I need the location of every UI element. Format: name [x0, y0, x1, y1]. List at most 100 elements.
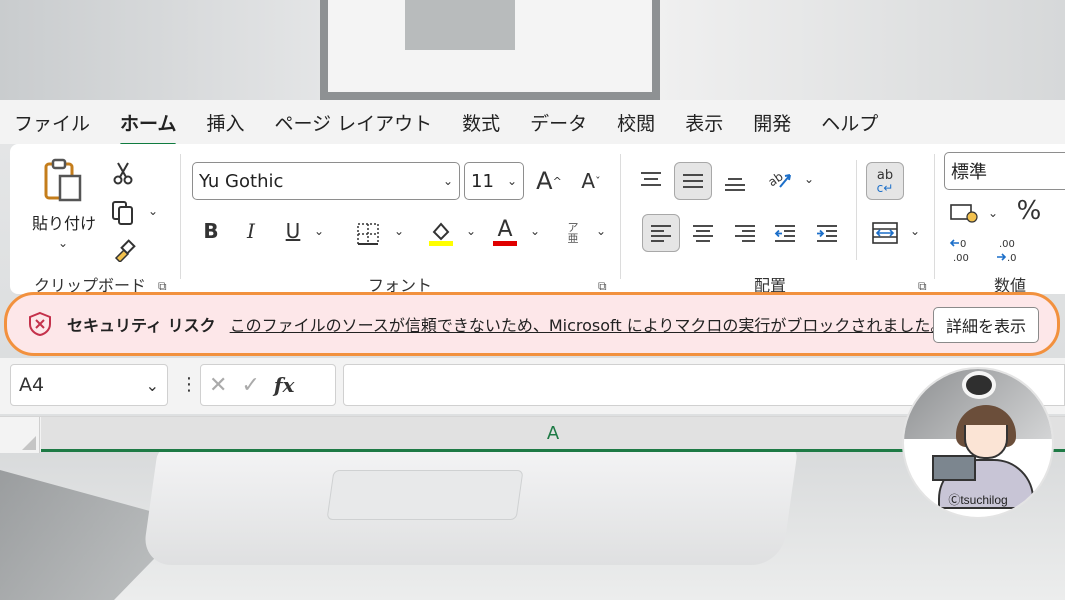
tab-view[interactable]: 表示: [685, 105, 723, 140]
align-top-button[interactable]: [632, 160, 670, 198]
font-name-dropdown[interactable]: Yu Gothic ⌄: [192, 162, 460, 200]
number-format-value: 標準: [951, 162, 987, 183]
wrap-text-button[interactable]: ab c↵: [866, 162, 904, 200]
font-color-chevron-icon[interactable]: ⌄: [530, 224, 540, 238]
tab-review[interactable]: 校閲: [617, 105, 655, 140]
align-bottom-button[interactable]: [716, 164, 754, 202]
copy-chevron-icon[interactable]: ⌄: [148, 204, 158, 218]
align-middle-button[interactable]: [674, 162, 712, 200]
grow-font-button[interactable]: A ^: [530, 162, 568, 200]
furigana-bottom: 亜: [567, 232, 579, 245]
show-details-button[interactable]: 詳細を表示: [932, 307, 1039, 343]
clipboard-group: 貼り付け ⌄ ⌄ クリップボード ⧉: [10, 144, 180, 295]
font-color-letter: A: [497, 216, 513, 242]
borders-icon[interactable]: [354, 220, 382, 248]
furigana-chevron-icon[interactable]: ⌄: [596, 224, 606, 238]
format-painter-icon[interactable]: [110, 236, 138, 264]
svg-text:0: 0: [960, 239, 966, 250]
more-options-icon[interactable]: ⋮: [180, 374, 198, 395]
number-format-dropdown[interactable]: 標準: [944, 152, 1065, 190]
orientation-icon[interactable]: ab: [764, 164, 796, 194]
decrease-decimal-icon[interactable]: .00.0: [994, 236, 1028, 266]
paste-icon: [44, 158, 82, 202]
name-box[interactable]: A4 ⌄: [10, 364, 168, 406]
enter-check-icon[interactable]: ✓: [241, 373, 259, 398]
name-box-value: A4: [19, 374, 45, 396]
grow-font-icon: A: [536, 167, 553, 195]
align-center-icon: [693, 225, 713, 242]
align-middle-icon: [683, 174, 703, 188]
furigana-icon[interactable]: ア 亜: [560, 216, 586, 250]
avatar-laptop: [932, 455, 976, 481]
fill-color-icon[interactable]: [426, 216, 456, 250]
chevron-down-icon[interactable]: ⌄: [146, 376, 159, 395]
cancel-icon[interactable]: ✕: [209, 373, 227, 398]
underline-icon: U: [285, 219, 301, 243]
increase-indent-button[interactable]: [808, 214, 846, 252]
italic-icon: I: [247, 219, 255, 243]
background-trackpad: [326, 470, 524, 520]
copy-icon[interactable]: [108, 198, 138, 228]
accounting-format-icon[interactable]: [948, 200, 980, 226]
chevron-down-icon: ⌄: [442, 174, 453, 188]
tab-data[interactable]: データ: [530, 105, 587, 140]
number-group: 標準 ⌄ % 0.00 .00.0 数値: [934, 144, 1065, 295]
insert-function-icon[interactable]: fx: [274, 373, 295, 397]
increase-indent-icon: [817, 225, 837, 242]
merge-center-icon[interactable]: [870, 220, 900, 246]
font-color-icon[interactable]: A: [490, 214, 520, 250]
underline-chevron-icon[interactable]: ⌄: [314, 224, 324, 238]
paste-button[interactable]: 貼り付け ⌄: [28, 156, 100, 266]
security-banner-title: セキュリティ リスク: [67, 316, 216, 335]
italic-button[interactable]: I: [232, 212, 270, 250]
svg-text:.0: .0: [1007, 253, 1017, 264]
shield-x-icon: [27, 311, 53, 337]
borders-chevron-icon[interactable]: ⌄: [394, 224, 404, 238]
chevron-down-icon: ⌄: [506, 174, 517, 188]
svg-text:.00: .00: [953, 253, 969, 264]
tab-formulas[interactable]: 数式: [462, 105, 500, 140]
avatar-coffee-cup: [962, 371, 996, 399]
accounting-chevron-icon[interactable]: ⌄: [988, 206, 998, 220]
avatar-face: [964, 425, 1008, 459]
increase-decimal-icon[interactable]: 0.00: [948, 236, 982, 266]
font-size-dropdown[interactable]: 11 ⌄: [464, 162, 524, 200]
align-center-button[interactable]: [684, 214, 722, 252]
percent-style-icon[interactable]: %: [1014, 196, 1044, 226]
alignment-group: ab ⌄ ab c↵ ⌄ 配置 ⧉: [620, 144, 930, 295]
security-warning-banner: セキュリティ リスク このファイルのソースが信頼できないため、Microsoft…: [4, 292, 1060, 356]
paste-chevron-icon[interactable]: ⌄: [58, 236, 68, 250]
security-banner-message[interactable]: このファイルのソースが信頼できないため、Microsoft によりマクロの実行が…: [230, 312, 947, 336]
background-monitor-screen: [405, 0, 515, 50]
font-name-value: Yu Gothic: [199, 170, 284, 192]
shrink-font-icon: A: [581, 169, 596, 193]
merge-chevron-icon[interactable]: ⌄: [910, 224, 920, 238]
align-left-icon: [651, 225, 671, 242]
align-right-button[interactable]: [726, 214, 764, 252]
ribbon-home: 貼り付け ⌄ ⌄ クリップボード ⧉ Yu Gothic ⌄ 11 ⌄ A ^ A…: [10, 144, 1065, 295]
tab-file[interactable]: ファイル: [14, 105, 90, 140]
align-right-icon: [735, 225, 755, 242]
orientation-chevron-icon[interactable]: ⌄: [804, 172, 814, 186]
tab-insert[interactable]: 挿入: [206, 105, 244, 140]
align-left-button[interactable]: [642, 214, 680, 252]
separator: [856, 160, 857, 260]
decrease-indent-button[interactable]: [766, 214, 804, 252]
wrap-text-icon: ab: [876, 167, 894, 183]
author-avatar: Ⓒtsuchilog: [902, 367, 1054, 519]
paste-label: 貼り付け: [31, 214, 96, 233]
bold-button[interactable]: B: [192, 212, 230, 250]
shrink-font-button[interactable]: Aˇ: [572, 162, 610, 200]
align-bottom-icon: [725, 178, 745, 191]
select-all-button[interactable]: [0, 417, 40, 453]
underline-button[interactable]: U: [274, 212, 312, 250]
tab-help[interactable]: ヘルプ: [821, 105, 878, 140]
svg-text:ab: ab: [766, 169, 786, 189]
font-group: Yu Gothic ⌄ 11 ⌄ A ^ Aˇ B I U ⌄ ⌄ ⌄ A ⌄ …: [180, 144, 620, 295]
tab-page-layout[interactable]: ページ レイアウト: [274, 105, 432, 140]
tab-developer[interactable]: 開発: [753, 105, 791, 140]
bold-icon: B: [203, 219, 219, 243]
fill-color-chevron-icon[interactable]: ⌄: [466, 224, 476, 238]
cut-icon[interactable]: [110, 160, 136, 186]
tab-home[interactable]: ホーム: [120, 105, 177, 146]
